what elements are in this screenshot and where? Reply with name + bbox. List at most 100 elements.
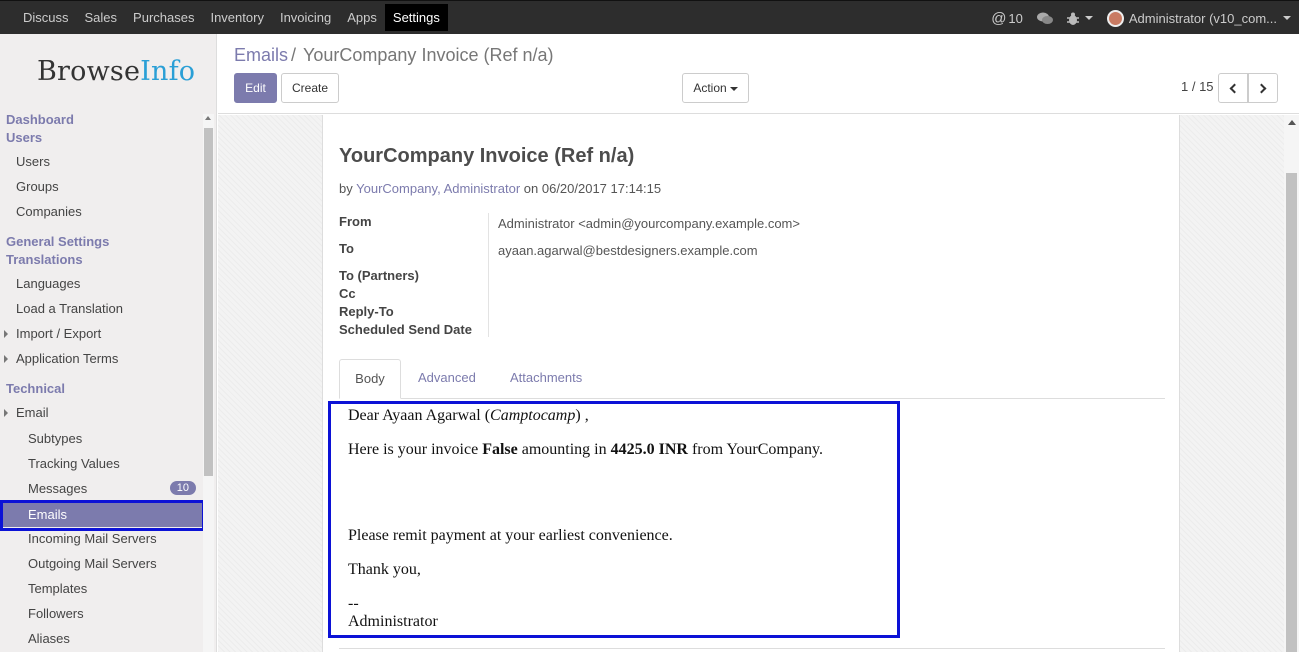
email-subject: YourCompany Invoice (Ref n/a) xyxy=(339,145,635,167)
browseinfo-logo[interactable]: BrowseInfo xyxy=(37,56,195,87)
mentions-button[interactable]: @ 10 xyxy=(991,10,1023,27)
chevron-left-icon xyxy=(1229,83,1240,94)
sidebar-item-users[interactable]: Users xyxy=(0,154,204,169)
sidebar-item-label: Application Terms xyxy=(16,351,119,366)
control-panel: Emails / YourCompany Invoice (Ref n/a) Edi… xyxy=(218,34,1299,114)
menu-sales[interactable]: Sales xyxy=(77,4,126,31)
sidebar-item-groups[interactable]: Groups xyxy=(0,179,204,194)
menu-invoicing[interactable]: Invoicing xyxy=(272,4,339,31)
top-navbar: Discuss Sales Purchases Inventory Invoic… xyxy=(0,0,1299,34)
scroll-up-arrow-icon[interactable] xyxy=(1288,120,1296,125)
email-body-highlight-box: Dear Ayaan Agarwal (Camptocamp) , Here i… xyxy=(328,401,900,638)
sidebar-item-label: Import / Export xyxy=(16,326,102,341)
body-signature: Administrator xyxy=(348,613,438,630)
sidebar-item-messages[interactable]: Messages 10 xyxy=(0,481,204,496)
scrollbar-thumb[interactable] xyxy=(204,128,213,476)
breadcrumb-separator: / xyxy=(291,45,297,65)
caret-right-icon xyxy=(4,330,8,338)
notebook-tabs: Body Advanced Attachments xyxy=(339,359,1165,399)
user-label: Administrator (v10_com... xyxy=(1128,10,1277,26)
action-label: Action xyxy=(693,81,727,95)
breadcrumb-emails-link[interactable]: Emails xyxy=(234,45,288,65)
sidebar-item-dashboard[interactable]: Dashboard xyxy=(6,112,210,127)
sidebar-head-users: Users xyxy=(6,130,43,145)
email-byline: by YourCompany, Administrator on 06/20/2… xyxy=(339,181,661,196)
at-icon: @ xyxy=(991,9,1007,27)
bug-icon xyxy=(1066,12,1079,25)
sidebar-item-label: Messages xyxy=(28,481,88,496)
menu-settings[interactable]: Settings xyxy=(384,4,448,31)
chevron-right-icon xyxy=(1256,83,1267,94)
systray: @ 10 Administrator (v10_com... xyxy=(977,1,1291,35)
sidebar-item-templates[interactable]: Templates xyxy=(0,581,204,596)
menu-inventory[interactable]: Inventory xyxy=(202,4,271,31)
to-value[interactable]: ayaan.agarwal@bestdesigners.example.com xyxy=(498,243,758,258)
body-signature-separator: -- xyxy=(348,595,359,612)
menu-apps[interactable]: Apps xyxy=(339,4,385,31)
chevron-down-icon xyxy=(1283,16,1291,20)
user-menu[interactable]: Administrator (v10_com... xyxy=(1106,9,1291,27)
reply-to-label: Reply-To xyxy=(339,304,394,319)
sidebar-item-label: Email xyxy=(16,405,49,420)
body-thanks-line: Thank you, xyxy=(348,561,421,578)
mentions-count: 10 xyxy=(1008,10,1023,26)
pager-next-button[interactable] xyxy=(1248,73,1278,103)
sidebar-item-incoming-mail-servers[interactable]: Incoming Mail Servers xyxy=(0,531,204,546)
breadcrumb: Emails / YourCompany Invoice (Ref n/a) xyxy=(234,45,554,66)
to-label: To xyxy=(339,241,354,256)
cc-label: Cc xyxy=(339,286,356,301)
chat-bubbles-icon xyxy=(1036,12,1053,24)
tab-body[interactable]: Body xyxy=(339,359,401,399)
sidebar-scrollbar[interactable] xyxy=(203,114,214,652)
scroll-up-arrow-icon[interactable] xyxy=(205,116,211,120)
sidebar-head-translations: Translations xyxy=(6,252,83,267)
pager-previous-button[interactable] xyxy=(1218,73,1248,103)
menu-purchases[interactable]: Purchases xyxy=(125,4,202,31)
caret-right-icon xyxy=(4,409,8,417)
messages-count-badge: 10 xyxy=(169,481,196,495)
body-greeting: Dear Ayaan Agarwal (Camptocamp) , xyxy=(348,407,589,424)
breadcrumb-current: YourCompany Invoice (Ref n/a) xyxy=(303,45,554,65)
sidebar-head-technical: Technical xyxy=(6,381,66,396)
field-divider xyxy=(488,213,489,337)
edit-button[interactable]: Edit xyxy=(234,73,277,103)
sidebar: BrowseInfo Dashboard Users Users Groups … xyxy=(0,34,217,652)
action-dropdown[interactable]: Action xyxy=(682,73,749,103)
sidebar-item-companies[interactable]: Companies xyxy=(0,204,204,219)
chat-button[interactable] xyxy=(1036,12,1053,25)
sidebar-item-email[interactable]: Email xyxy=(0,405,204,420)
menu-discuss[interactable]: Discuss xyxy=(15,4,77,31)
tab-advanced[interactable]: Advanced xyxy=(418,359,476,399)
body-payment-line: Please remit payment at your earliest co… xyxy=(348,527,673,544)
caret-right-icon xyxy=(4,355,8,363)
chevron-down-icon xyxy=(729,86,738,91)
form-view: YourCompany Invoice (Ref n/a) by YourCom… xyxy=(218,115,1299,652)
tab-attachments[interactable]: Attachments xyxy=(510,359,582,399)
from-value[interactable]: Administrator <admin@yourcompany.example… xyxy=(498,216,800,231)
debug-menu-button[interactable] xyxy=(1066,12,1093,25)
sidebar-item-languages[interactable]: Languages xyxy=(0,276,204,291)
main-scrollbar[interactable] xyxy=(1284,115,1299,652)
sidebar-item-import-export[interactable]: Import / Export xyxy=(0,326,204,341)
from-label: From xyxy=(339,214,372,229)
form-sheet: YourCompany Invoice (Ref n/a) by YourCom… xyxy=(322,115,1180,652)
by-text: by xyxy=(339,181,353,196)
author-link[interactable]: YourCompany, Administrator xyxy=(356,181,520,196)
sidebar-item-tracking-values[interactable]: Tracking Values xyxy=(0,456,204,471)
sidebar-item-load-translation[interactable]: Load a Translation xyxy=(0,301,204,316)
sidebar-item-aliases[interactable]: Aliases xyxy=(0,631,204,646)
to-partners-label: To (Partners) xyxy=(339,268,419,283)
sidebar-item-general-settings[interactable]: General Settings xyxy=(6,234,210,249)
avatar xyxy=(1106,9,1124,27)
pager-value[interactable]: 1 / 15 xyxy=(1181,79,1214,94)
sidebar-item-application-terms[interactable]: Application Terms xyxy=(0,351,204,366)
create-button[interactable]: Create xyxy=(281,73,339,103)
date-text: on 06/20/2017 17:14:15 xyxy=(523,181,662,196)
sidebar-item-followers[interactable]: Followers xyxy=(0,606,204,621)
scrollbar-thumb[interactable] xyxy=(1286,173,1297,652)
sidebar-item-outgoing-mail-servers[interactable]: Outgoing Mail Servers xyxy=(0,556,204,571)
sidebar-item-subtypes[interactable]: Subtypes xyxy=(0,431,204,446)
app-menu: Discuss Sales Purchases Inventory Invoic… xyxy=(15,4,448,31)
scheduled-send-date-label: Scheduled Send Date xyxy=(339,322,472,337)
emails-highlight-box xyxy=(0,500,205,531)
